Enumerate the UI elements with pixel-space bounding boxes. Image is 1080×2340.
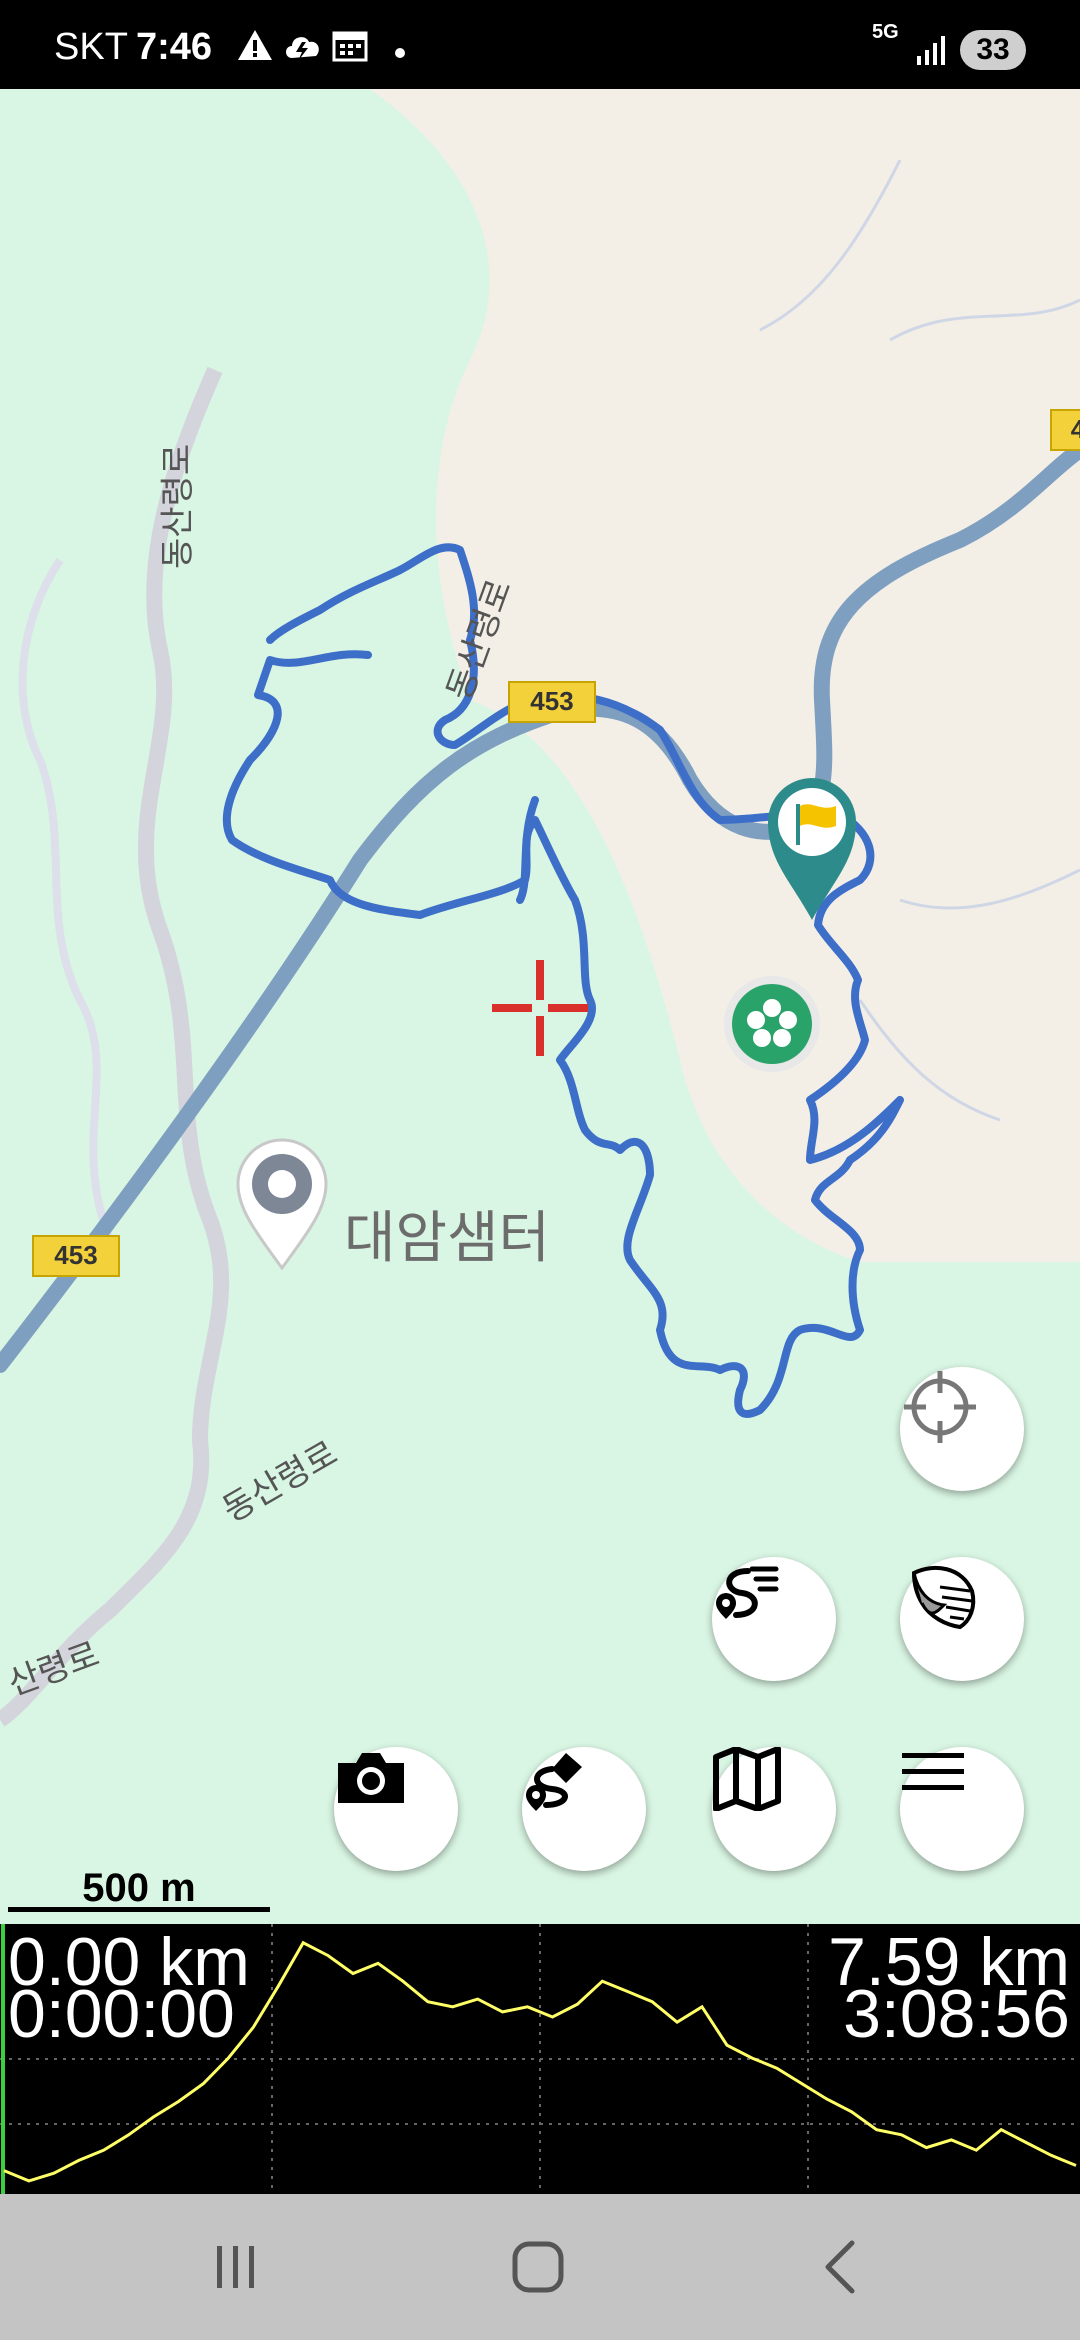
route-shield: 453: [508, 681, 596, 723]
signal-icon: [916, 34, 946, 71]
home-icon: [512, 2241, 564, 2293]
scale-line: [8, 1907, 270, 1912]
network-type: 5G: [872, 21, 899, 43]
flower-waypoint-icon[interactable]: [724, 976, 820, 1072]
stream: [858, 999, 1001, 1122]
cloud-icon: [282, 28, 324, 67]
back-button[interactable]: [780, 2224, 900, 2310]
stream: [889, 298, 1080, 342]
flag-marker-icon[interactable]: [768, 778, 856, 920]
home-button[interactable]: [478, 2224, 598, 2310]
route-shield: 453: [32, 1235, 120, 1277]
status-bar: SKT 7:46 5G 33: [0, 0, 1080, 89]
end-time: 3:08:56: [843, 1976, 1070, 2052]
draw-route-button[interactable]: [522, 1747, 646, 1871]
recents-icon: [217, 2246, 254, 2288]
recents-button[interactable]: [176, 2224, 296, 2310]
layers-button[interactable]: [900, 1557, 1024, 1681]
battery-level: 33: [960, 30, 1026, 70]
camera-icon: [338, 1753, 404, 1803]
map-view[interactable]: 453 453 4 동산령로 동산령로 동산령로 산령로 대암샘터: [0, 89, 1080, 1924]
elevation-profile[interactable]: 0.00 km 0:00:00 7.59 km 3:08:56: [0, 1924, 1080, 2194]
routes-button[interactable]: [712, 1557, 836, 1681]
stream: [899, 868, 1080, 910]
locate-button[interactable]: [900, 1367, 1024, 1491]
draw-route-icon: [526, 1753, 582, 1811]
route-shield: 4: [1050, 409, 1080, 451]
back-icon: [825, 2240, 855, 2294]
camera-button[interactable]: [334, 1747, 458, 1871]
layers-icon: [911, 1565, 976, 1630]
road-label: 동산령로: [158, 443, 198, 569]
status-time: 7:46: [136, 26, 213, 68]
carrier-name: SKT: [54, 26, 128, 68]
map-button[interactable]: [712, 1747, 836, 1871]
map-icon: [713, 1747, 781, 1811]
scale-bar: 500 m: [8, 1862, 270, 1912]
crosshair-icon: [904, 1371, 976, 1443]
menu-button[interactable]: [900, 1747, 1024, 1871]
start-time: 0:00:00: [8, 1976, 235, 2052]
scale-label: 500 m: [82, 1866, 196, 1910]
menu-icon: [902, 1753, 964, 1790]
stream: [759, 159, 902, 332]
navigation-bar: [0, 2194, 1080, 2340]
place-label: 대암샘터: [344, 1206, 551, 1271]
route-list-icon: [716, 1566, 779, 1619]
warning-icon: [236, 28, 274, 67]
calendar-icon: [332, 28, 368, 67]
notification-dot-icon: [394, 46, 406, 64]
